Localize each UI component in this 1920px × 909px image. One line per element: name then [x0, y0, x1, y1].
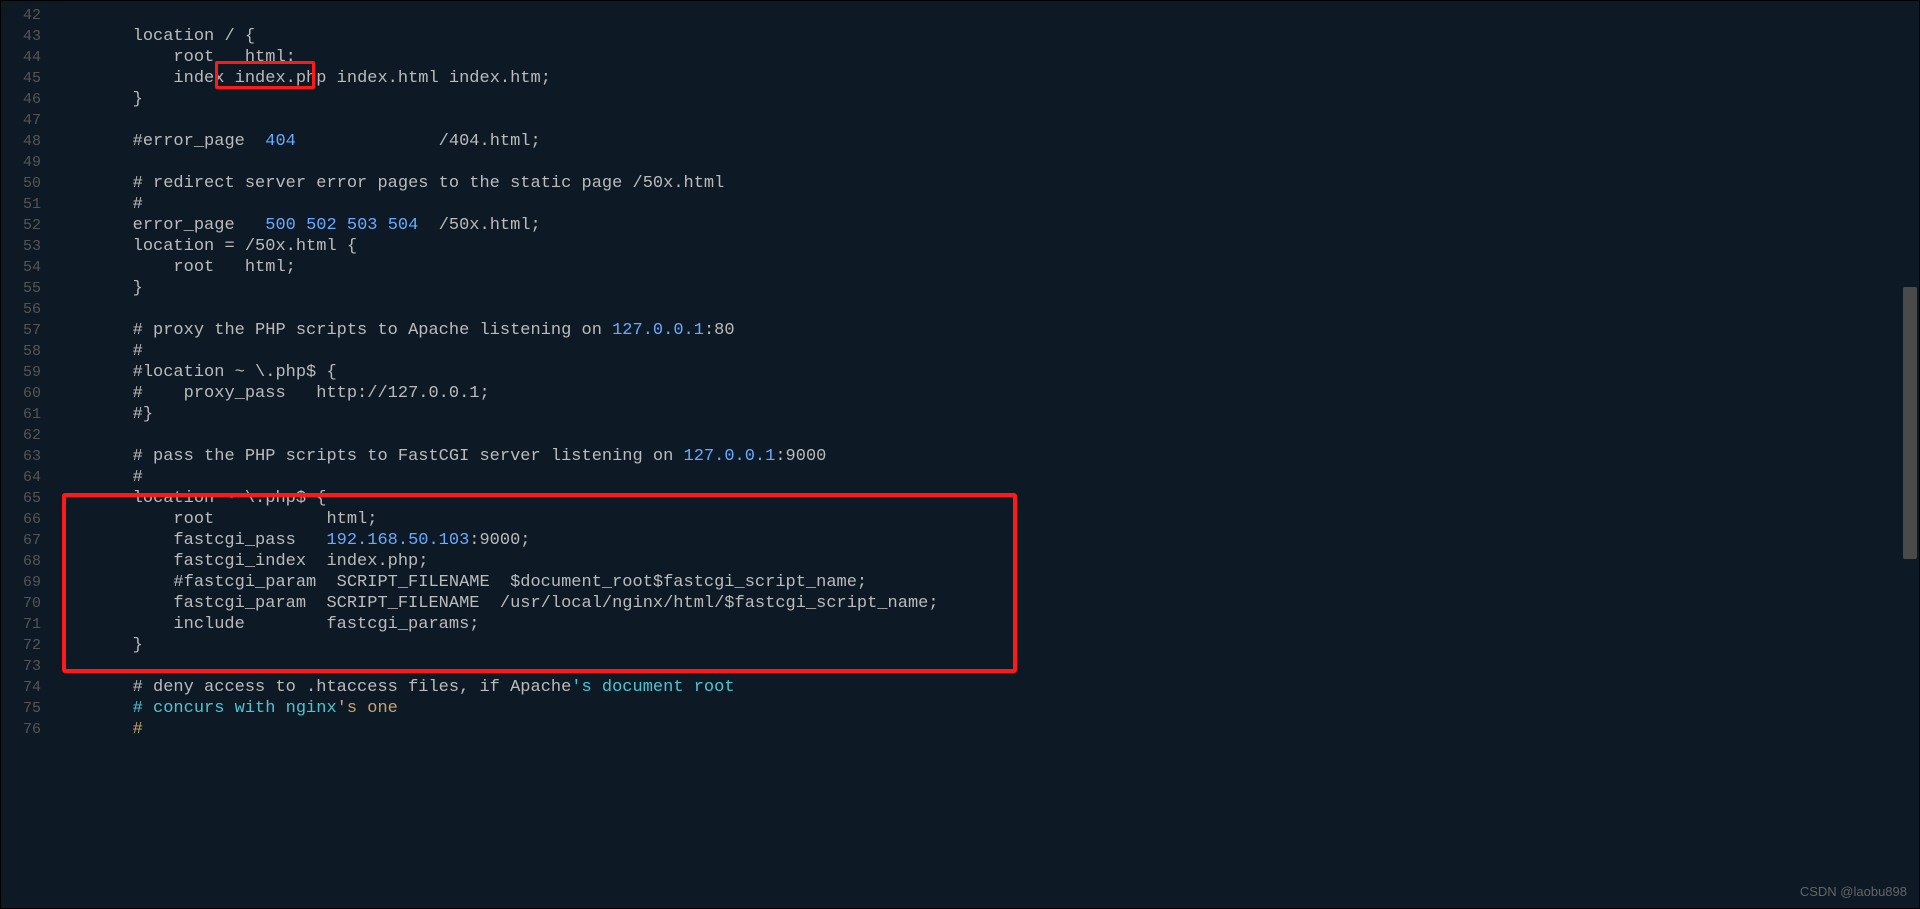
code-line[interactable]	[51, 299, 1899, 320]
line-number: 49	[1, 152, 51, 173]
code-line[interactable]: # pass the PHP scripts to FastCGI server…	[51, 446, 1899, 467]
line-number: 72	[1, 635, 51, 656]
line-number: 62	[1, 425, 51, 446]
code-line[interactable]: location / {	[51, 26, 1899, 47]
code-line[interactable]: location ~ \.php$ {	[51, 488, 1899, 509]
code-line[interactable]: }	[51, 278, 1899, 299]
line-number: 55	[1, 278, 51, 299]
code-line[interactable]: #location ~ \.php$ {	[51, 362, 1899, 383]
scrollbar-track[interactable]	[1901, 1, 1917, 908]
line-number: 53	[1, 236, 51, 257]
code-line[interactable]: # proxy_pass http://127.0.0.1;	[51, 383, 1899, 404]
line-number: 73	[1, 656, 51, 677]
line-number: 67	[1, 530, 51, 551]
line-number: 70	[1, 593, 51, 614]
line-number: 43	[1, 26, 51, 47]
code-line[interactable]: fastcgi_param SCRIPT_FILENAME /usr/local…	[51, 593, 1899, 614]
line-number: 76	[1, 719, 51, 740]
line-number: 64	[1, 467, 51, 488]
line-number: 66	[1, 509, 51, 530]
code-area[interactable]: location / { root html: index index.php …	[51, 1, 1899, 909]
code-line[interactable]: }	[51, 89, 1899, 110]
line-number: 51	[1, 194, 51, 215]
line-number: 42	[1, 5, 51, 26]
code-line[interactable]: root html;	[51, 257, 1899, 278]
code-line[interactable]: #}	[51, 404, 1899, 425]
code-editor[interactable]: 4243444546474849505152535455565758596061…	[0, 0, 1920, 909]
code-line[interactable]: fastcgi_index index.php;	[51, 551, 1899, 572]
code-line[interactable]: # concurs with nginx's one	[51, 698, 1899, 719]
code-line[interactable]: root html:	[51, 47, 1899, 68]
code-line[interactable]: #error_page 404 /404.html;	[51, 131, 1899, 152]
code-line[interactable]: # proxy the PHP scripts to Apache listen…	[51, 320, 1899, 341]
code-line[interactable]: # redirect server error pages to the sta…	[51, 173, 1899, 194]
line-number: 45	[1, 68, 51, 89]
line-number: 50	[1, 173, 51, 194]
line-number: 48	[1, 131, 51, 152]
line-number: 58	[1, 341, 51, 362]
line-number: 56	[1, 299, 51, 320]
line-number: 52	[1, 215, 51, 236]
code-line[interactable]: #	[51, 467, 1899, 488]
code-line[interactable]: #	[51, 341, 1899, 362]
line-number: 54	[1, 257, 51, 278]
line-number: 46	[1, 89, 51, 110]
line-number: 63	[1, 446, 51, 467]
line-number: 69	[1, 572, 51, 593]
code-line[interactable]: #fastcgi_param SCRIPT_FILENAME $document…	[51, 572, 1899, 593]
code-line[interactable]: fastcgi_pass 192.168.50.103:9000;	[51, 530, 1899, 551]
watermark: CSDN @laobu898	[1800, 881, 1907, 902]
code-line[interactable]	[51, 110, 1899, 131]
line-number: 74	[1, 677, 51, 698]
code-line[interactable]: error_page 500 502 503 504 /50x.html;	[51, 215, 1899, 236]
line-number: 44	[1, 47, 51, 68]
line-number: 75	[1, 698, 51, 719]
line-number: 68	[1, 551, 51, 572]
line-number: 59	[1, 362, 51, 383]
code-line[interactable]	[51, 152, 1899, 173]
code-line[interactable]: }	[51, 635, 1899, 656]
scrollbar-thumb[interactable]	[1903, 287, 1917, 559]
code-line[interactable]	[51, 425, 1899, 446]
line-number: 57	[1, 320, 51, 341]
code-line[interactable]: include fastcgi_params;	[51, 614, 1899, 635]
line-number-gutter: 4243444546474849505152535455565758596061…	[1, 1, 51, 908]
code-line[interactable]: #	[51, 194, 1899, 215]
code-line[interactable]	[51, 656, 1899, 677]
line-number: 65	[1, 488, 51, 509]
line-number: 60	[1, 383, 51, 404]
code-line[interactable]: #	[51, 719, 1899, 740]
line-number: 71	[1, 614, 51, 635]
code-line[interactable]	[51, 5, 1899, 26]
line-number: 47	[1, 110, 51, 131]
code-line[interactable]: location = /50x.html {	[51, 236, 1899, 257]
code-line[interactable]: index index.php index.html index.htm;	[51, 68, 1899, 89]
code-line[interactable]: # deny access to .htaccess files, if Apa…	[51, 677, 1899, 698]
code-line[interactable]: root html;	[51, 509, 1899, 530]
line-number: 61	[1, 404, 51, 425]
